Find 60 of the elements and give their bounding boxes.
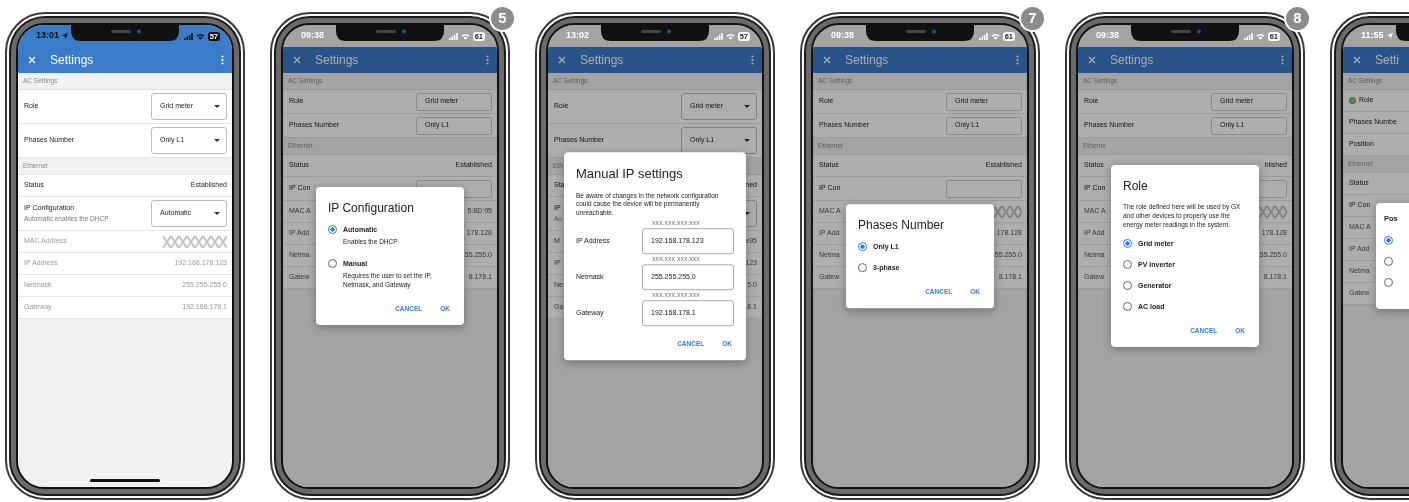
more-options-icon[interactable] bbox=[221, 55, 224, 65]
home-indicator bbox=[90, 479, 160, 482]
radio-button[interactable] bbox=[328, 225, 337, 234]
status-time: 09:38 bbox=[1096, 29, 1120, 43]
app-bar-title: Setti bbox=[1375, 52, 1399, 69]
status-time: 09:38 bbox=[831, 29, 855, 43]
dialog-title: Role bbox=[1123, 178, 1149, 195]
radio-button[interactable] bbox=[1384, 278, 1393, 288]
status-time: 13:01 bbox=[36, 29, 60, 43]
caret-icon bbox=[214, 212, 220, 215]
wifi-icon bbox=[195, 32, 205, 40]
crosshatch-pattern bbox=[163, 235, 227, 248]
signal-icon bbox=[1243, 32, 1253, 40]
status-time: 11:55 bbox=[1361, 29, 1384, 43]
app-bar-title: Settings bbox=[845, 52, 889, 69]
signal-icon bbox=[713, 32, 723, 40]
wifi-icon bbox=[990, 32, 1000, 40]
dialog-title: IP Configuration bbox=[328, 200, 415, 217]
radio-button[interactable] bbox=[1123, 260, 1132, 270]
app-bar-title: Settings bbox=[50, 52, 94, 69]
app-bar-title: Settings bbox=[315, 52, 359, 69]
crosshatch-pattern bbox=[994, 205, 1022, 218]
close-icon[interactable] bbox=[823, 56, 831, 64]
step-number: 7 bbox=[1019, 5, 1046, 32]
close-icon[interactable] bbox=[1088, 56, 1096, 64]
close-icon[interactable] bbox=[558, 56, 566, 64]
status-time: 09:38 bbox=[301, 29, 325, 43]
radio-button[interactable] bbox=[328, 258, 337, 268]
caret-icon bbox=[744, 105, 750, 108]
crosshatch-pattern bbox=[1259, 205, 1287, 218]
wifi-icon bbox=[1255, 32, 1265, 40]
step-number: 8 bbox=[1284, 5, 1311, 32]
dialog-title: Phases Number bbox=[858, 217, 946, 235]
radio-button[interactable] bbox=[858, 263, 867, 273]
app-bar-title: Settings bbox=[1110, 52, 1154, 69]
radio-button[interactable] bbox=[1123, 239, 1132, 249]
signal-icon bbox=[183, 32, 193, 40]
wifi-icon bbox=[725, 32, 735, 40]
signal-icon bbox=[978, 32, 988, 40]
step-number: 5 bbox=[489, 5, 516, 32]
app-bar-title: Settings bbox=[580, 52, 624, 69]
caret-icon bbox=[744, 139, 750, 142]
close-icon[interactable] bbox=[28, 56, 36, 64]
caret-icon bbox=[214, 139, 220, 142]
radio-button[interactable] bbox=[1384, 236, 1393, 246]
more-options-icon[interactable] bbox=[486, 55, 489, 65]
status-time: 13:02 bbox=[566, 29, 590, 43]
radio-button[interactable] bbox=[1384, 257, 1393, 267]
select-field[interactable] bbox=[946, 179, 1022, 198]
close-icon[interactable] bbox=[293, 56, 301, 64]
caret-icon bbox=[214, 105, 220, 108]
wifi-icon bbox=[460, 32, 470, 40]
more-options-icon[interactable] bbox=[751, 55, 754, 65]
close-icon[interactable] bbox=[1353, 56, 1361, 64]
more-options-icon[interactable] bbox=[1016, 55, 1019, 65]
radio-button[interactable] bbox=[858, 242, 867, 252]
radio-button[interactable] bbox=[1123, 302, 1132, 312]
more-options-icon[interactable] bbox=[1281, 55, 1284, 65]
signal-icon bbox=[448, 32, 458, 40]
radio-button[interactable] bbox=[1123, 281, 1132, 291]
